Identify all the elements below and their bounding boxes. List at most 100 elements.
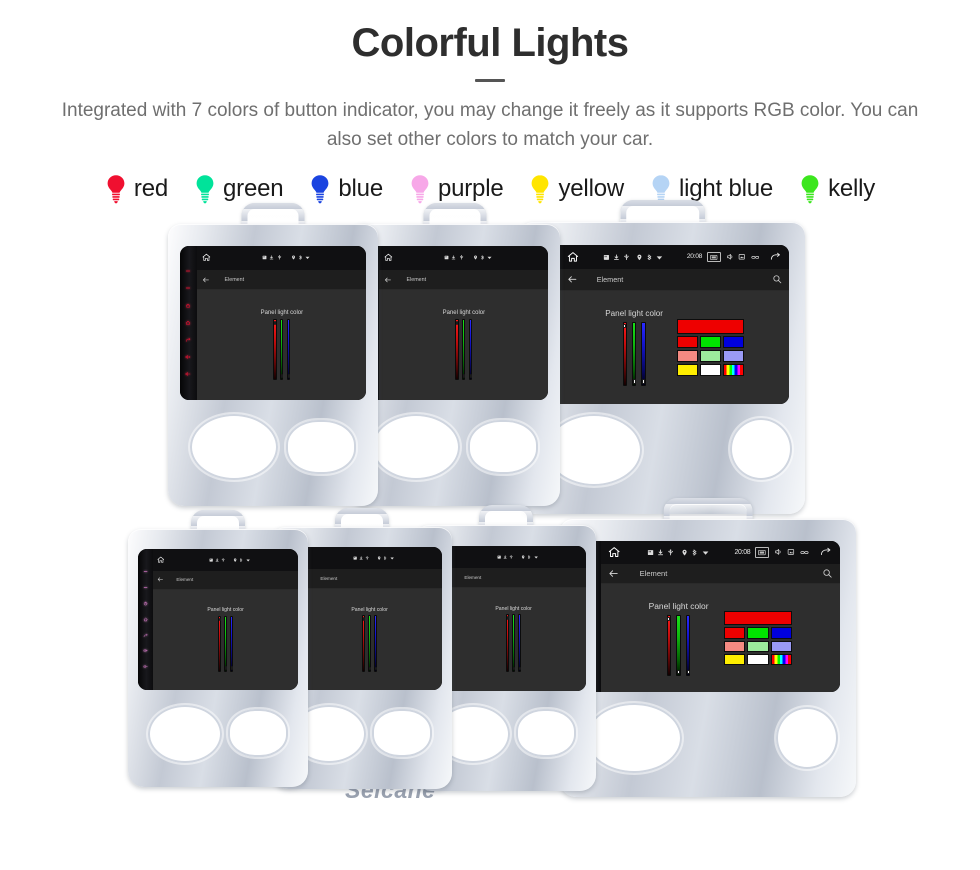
touch-screen[interactable]: Element Panel light color bbox=[361, 245, 549, 400]
red-slider[interactable] bbox=[273, 318, 277, 381]
power-led-icon[interactable] bbox=[138, 569, 153, 574]
touch-screen[interactable]: 20:08 Element Panel light color bbox=[576, 540, 840, 693]
volume-icon[interactable] bbox=[774, 548, 782, 556]
side-button-strip[interactable] bbox=[179, 245, 198, 400]
color-swatch-0-0[interactable] bbox=[677, 335, 699, 348]
blue-slider[interactable] bbox=[374, 615, 377, 673]
red-slider[interactable] bbox=[506, 614, 510, 673]
touch-screen[interactable]: Element Panel light color bbox=[137, 548, 299, 690]
rgb-sliders[interactable] bbox=[218, 615, 233, 673]
vol-up-icon[interactable] bbox=[180, 354, 198, 360]
red-slider-handle[interactable] bbox=[274, 320, 277, 325]
green-slider-handle[interactable] bbox=[632, 379, 636, 384]
green-slider-handle[interactable] bbox=[281, 374, 284, 379]
green-slider[interactable] bbox=[462, 318, 466, 381]
color-swatch-1-1[interactable] bbox=[747, 640, 769, 653]
red-slider-handle[interactable] bbox=[507, 616, 510, 621]
back-arrow-icon[interactable] bbox=[202, 276, 210, 284]
green-slider-handle[interactable] bbox=[225, 666, 228, 671]
back-arrow-icon[interactable] bbox=[608, 568, 619, 579]
blue-slider-handle[interactable] bbox=[686, 669, 690, 674]
menu-led-icon[interactable] bbox=[180, 285, 198, 291]
power-icon[interactable] bbox=[180, 303, 198, 309]
color-swatch-1-2[interactable] bbox=[723, 349, 744, 362]
blue-slider-handle[interactable] bbox=[518, 666, 521, 671]
green-slider[interactable] bbox=[224, 615, 228, 673]
blue-slider[interactable] bbox=[641, 321, 646, 386]
home-led-icon[interactable] bbox=[180, 320, 198, 326]
blue-slider-handle[interactable] bbox=[469, 374, 472, 379]
search-icon[interactable] bbox=[772, 274, 782, 284]
screenshot-icon[interactable] bbox=[755, 546, 770, 558]
color-swatch-0-1[interactable] bbox=[700, 335, 722, 348]
back-led-icon[interactable] bbox=[138, 633, 153, 638]
green-slider[interactable] bbox=[676, 615, 681, 676]
apps-icon[interactable] bbox=[787, 548, 795, 556]
vol-down-icon[interactable] bbox=[138, 664, 153, 669]
blue-slider-handle[interactable] bbox=[230, 666, 233, 671]
blue-slider-handle[interactable] bbox=[641, 379, 645, 384]
home-icon[interactable] bbox=[157, 556, 165, 564]
green-slider[interactable] bbox=[631, 321, 637, 386]
home-icon[interactable] bbox=[608, 546, 620, 558]
color-swatch-grid[interactable] bbox=[677, 318, 744, 376]
color-swatch-1-2[interactable] bbox=[770, 640, 793, 653]
link-icon[interactable] bbox=[800, 549, 809, 556]
power-led-icon[interactable] bbox=[180, 268, 198, 274]
blue-slider[interactable] bbox=[685, 615, 691, 676]
red-slider-handle[interactable] bbox=[219, 617, 222, 622]
vol-up-icon[interactable] bbox=[138, 648, 153, 653]
red-slider[interactable] bbox=[666, 615, 672, 676]
back-arrow-icon[interactable] bbox=[157, 576, 164, 583]
rgb-sliders[interactable] bbox=[622, 321, 646, 386]
green-slider-handle[interactable] bbox=[513, 666, 516, 671]
blue-slider[interactable] bbox=[469, 318, 473, 381]
color-swatch-0-0[interactable] bbox=[723, 627, 746, 639]
color-swatch-2-2[interactable] bbox=[770, 654, 793, 666]
back-arrow-icon[interactable] bbox=[567, 274, 578, 285]
rgb-sliders[interactable] bbox=[666, 615, 691, 676]
color-swatch-0-2[interactable] bbox=[723, 335, 744, 348]
touch-screen[interactable]: Element Panel light color bbox=[179, 245, 367, 400]
home-icon[interactable] bbox=[384, 253, 393, 262]
home-led-icon[interactable] bbox=[138, 617, 153, 622]
red-slider-handle[interactable] bbox=[623, 323, 627, 329]
green-slider-handle[interactable] bbox=[463, 374, 466, 379]
color-swatch-grid[interactable] bbox=[723, 611, 793, 666]
rgb-sliders[interactable] bbox=[362, 615, 377, 673]
green-slider-handle[interactable] bbox=[677, 669, 681, 674]
color-swatch-2-0[interactable] bbox=[723, 654, 746, 666]
blue-slider[interactable] bbox=[518, 614, 521, 673]
back-led-icon[interactable] bbox=[180, 337, 198, 343]
rgb-sliders[interactable] bbox=[506, 614, 521, 673]
search-icon[interactable] bbox=[822, 568, 833, 579]
menu-led-icon[interactable] bbox=[138, 585, 153, 590]
color-swatch-1-0[interactable] bbox=[723, 640, 746, 653]
touch-screen[interactable]: 20:08 Element Panel light color bbox=[535, 244, 790, 404]
color-swatch-2-0[interactable] bbox=[677, 363, 699, 376]
rgb-sliders[interactable] bbox=[273, 318, 291, 381]
link-icon[interactable] bbox=[751, 254, 760, 261]
apps-icon[interactable] bbox=[738, 253, 746, 261]
blue-slider[interactable] bbox=[230, 615, 233, 673]
red-slider-handle[interactable] bbox=[456, 320, 459, 325]
back-nav-icon[interactable] bbox=[769, 251, 782, 262]
red-slider[interactable] bbox=[455, 318, 459, 381]
color-swatch-2-1[interactable] bbox=[700, 363, 722, 376]
color-swatch-2-1[interactable] bbox=[747, 654, 769, 666]
side-button-strip[interactable] bbox=[137, 548, 154, 690]
red-slider-handle[interactable] bbox=[667, 617, 671, 621]
back-arrow-icon[interactable] bbox=[384, 276, 392, 284]
red-slider[interactable] bbox=[218, 615, 222, 673]
green-slider[interactable] bbox=[368, 615, 372, 673]
red-slider[interactable] bbox=[622, 321, 627, 386]
volume-icon[interactable] bbox=[726, 253, 734, 261]
red-slider-handle[interactable] bbox=[363, 617, 366, 621]
red-slider[interactable] bbox=[362, 615, 366, 673]
screenshot-icon[interactable] bbox=[707, 251, 721, 263]
blue-slider[interactable] bbox=[287, 318, 291, 381]
green-slider[interactable] bbox=[280, 318, 284, 381]
rgb-sliders[interactable] bbox=[455, 318, 473, 381]
home-icon[interactable] bbox=[202, 253, 211, 262]
blue-slider-handle[interactable] bbox=[287, 374, 290, 379]
